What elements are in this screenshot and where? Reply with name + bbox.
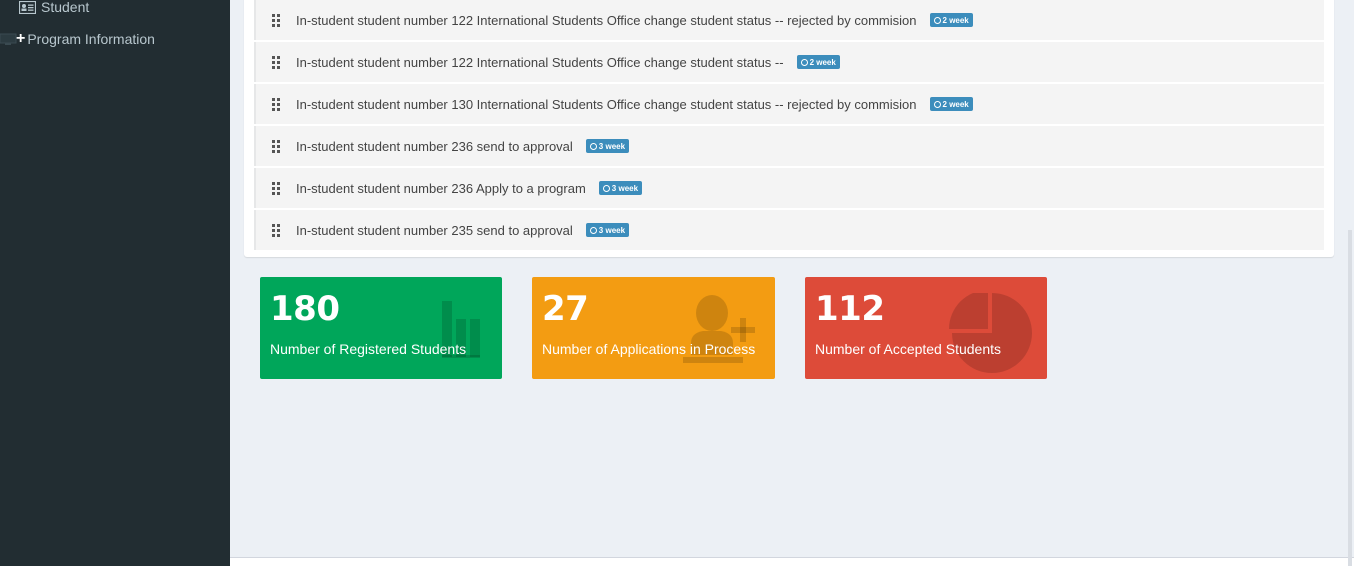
todo-text: In-student student number 235 send to ap… [296,222,573,238]
registered-students-tile[interactable]: 180 Number of Registered Students [260,277,502,379]
sidebar-item-label: Student [41,0,90,15]
sidebar-item-program-information[interactable]: + Program Information [0,26,230,52]
clock-icon [933,100,941,108]
user-plus-icon [683,295,755,363]
drag-handle-icon[interactable] [272,14,280,27]
tile-value: 27 [542,289,589,329]
clock-icon [602,184,610,192]
todo-text: In-student student number 236 Apply to a… [296,180,586,196]
todo-item[interactable]: In-student student number 236 Apply to a… [254,168,1324,208]
bar-chart-icon [442,301,480,358]
clock-icon [589,226,597,234]
main-content: In-student student number 122 Internatio… [230,0,1354,566]
todo-item[interactable]: In-student student number 122 Internatio… [254,42,1324,82]
time-badge: 3 week [585,139,630,153]
id-card-icon [18,0,36,14]
sidebar-item-student[interactable]: Student [0,0,230,20]
clock-icon [800,58,808,66]
drag-handle-icon[interactable] [272,56,280,69]
page-scrollbar[interactable] [1346,0,1354,566]
clock-icon [933,16,941,24]
tile-label: Number of Applications in Process [542,341,756,357]
todo-text: In-student student number 130 Internatio… [296,96,917,112]
todo-list: In-student student number 122 Internatio… [254,0,1324,252]
drag-handle-icon[interactable] [272,224,280,237]
time-badge: 2 week [796,55,840,69]
time-badge: 2 week [929,13,973,27]
drag-handle-icon[interactable] [272,98,280,111]
tile-label: Number of Registered Students [270,341,467,357]
tile-value: 180 [270,289,340,329]
tile-label: Number of Accepted Students [815,341,1001,357]
todo-text: In-student student number 236 send to ap… [296,138,573,154]
applications-in-process-tile[interactable]: 27 Number of Applications in Process [532,277,775,379]
clock-icon [589,142,597,150]
accepted-students-tile[interactable]: 112 Number of Accepted Students [805,277,1047,379]
todo-item[interactable]: In-student student number 122 Internatio… [254,0,1324,40]
tile-value: 112 [815,289,885,329]
todo-item[interactable]: In-student student number 130 Internatio… [254,84,1324,124]
todo-text: In-student student number 122 Internatio… [296,12,917,28]
drag-handle-icon[interactable] [272,140,280,153]
sidebar-item-label: Program Information [27,31,155,47]
drag-handle-icon[interactable] [272,182,280,195]
pie-chart-icon [949,293,1032,373]
time-badge: 2 week [929,97,973,111]
time-badge: 3 week [585,223,630,237]
todo-item[interactable]: In-student student number 236 send to ap… [254,126,1324,166]
plus-icon: + [16,30,26,47]
todo-text: In-student student number 122 Internatio… [296,54,784,70]
footer [230,557,1354,566]
todo-box: In-student student number 122 Internatio… [244,0,1334,257]
todo-item[interactable]: In-student student number 235 send to ap… [254,210,1324,250]
time-badge: 3 week [598,181,643,195]
sidebar: Student + Program Information [0,0,230,566]
